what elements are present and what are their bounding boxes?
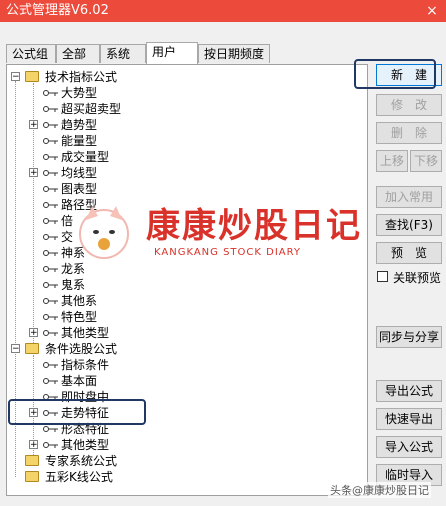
move-down-button[interactable]: 下移 (410, 150, 442, 172)
formula-key-icon (43, 90, 58, 96)
tree-leaf-label: 特色型 (61, 310, 98, 324)
folder-open-icon (25, 71, 39, 82)
quick-export-button[interactable]: 快速导出 (376, 408, 442, 430)
tree-leaf-label: 超买超卖型 (61, 102, 122, 116)
tree-leaf-label: 其他类型 (61, 326, 110, 340)
expand-icon[interactable]: + (29, 120, 38, 130)
folder-open-icon (25, 343, 39, 354)
window-title: 公式管理器V6.02 (6, 3, 109, 18)
tree-leaf-label: 倍 (61, 214, 74, 228)
formula-key-icon (43, 138, 58, 144)
watermark-cat-logo (79, 206, 129, 259)
formula-key-icon (43, 202, 58, 208)
formula-key-icon (43, 186, 58, 192)
delete-button[interactable]: 删 除 (376, 122, 442, 144)
sync-share-button[interactable]: 同步与分享 (376, 326, 442, 348)
folder-icon (25, 471, 39, 482)
watermark-brand: 康康炒股日记 (146, 206, 362, 246)
formula-key-icon (43, 266, 58, 272)
highlight-trend-feature (8, 399, 146, 425)
collapse-icon[interactable]: − (11, 72, 20, 82)
watermark-subtitle: KANGKANG STOCK DIARY (154, 247, 302, 258)
credit-watermark: 头条@康康炒股日记 (328, 482, 431, 498)
tab-user[interactable]: 用户 (146, 42, 198, 64)
title-bar: 公式管理器V6.02 × (0, 0, 446, 22)
tab-formula-group[interactable]: 公式组 (6, 44, 56, 63)
tree-node-label: 专家系统公式 (45, 454, 118, 468)
tree-node-label: 五彩K线公式 (45, 470, 113, 484)
export-formula-button[interactable]: 导出公式 (376, 380, 442, 402)
tree-leaf-label: 能量型 (61, 134, 98, 148)
tree-leaf-label: 大势型 (61, 86, 98, 100)
formula-key-icon (43, 154, 58, 160)
formula-key-icon (43, 314, 58, 320)
formula-key-icon (43, 122, 58, 128)
preview-button[interactable]: 预 览 (376, 242, 442, 264)
formula-key-icon (43, 170, 58, 176)
formula-key-icon (43, 362, 58, 368)
close-icon[interactable]: × (424, 0, 440, 22)
formula-key-icon (43, 282, 58, 288)
formula-key-icon (43, 378, 58, 384)
tab-by-date-frequency[interactable]: 按日期频度 (198, 44, 270, 63)
tree-leaf-label: 交 (61, 230, 74, 244)
expand-icon[interactable]: + (29, 440, 38, 450)
tree-leaf-label: 趋势型 (61, 118, 98, 132)
formula-key-icon (43, 106, 58, 112)
formula-key-icon (43, 298, 58, 304)
formula-key-icon (43, 426, 58, 432)
tree-leaf-label: 均线型 (61, 166, 98, 180)
import-formula-button[interactable]: 导入公式 (376, 436, 442, 458)
find-button[interactable]: 查找(F3) (376, 214, 442, 236)
tab-all[interactable]: 全部 (56, 44, 100, 63)
expand-icon[interactable]: + (29, 328, 38, 338)
tree-leaf-label: 成交量型 (61, 150, 110, 164)
collapse-icon[interactable]: − (11, 344, 20, 354)
folder-icon (25, 455, 39, 466)
formula-key-icon (43, 234, 58, 240)
formula-tree[interactable]: − 技术指标公式 大势型 超买超卖型 + 趋势型 能量型 成交量型 + 均线型 … (6, 64, 368, 496)
modify-button[interactable]: 修 改 (376, 94, 442, 116)
formula-key-icon (43, 250, 58, 256)
expand-icon[interactable]: + (29, 168, 38, 178)
tree-node-label: 条件选股公式 (45, 342, 118, 356)
tab-system[interactable]: 系统 (100, 44, 146, 63)
move-up-button[interactable]: 上移 (376, 150, 408, 172)
tree-leaf-label: 其他类型 (61, 438, 110, 452)
tree-leaf-label: 龙系 (61, 262, 86, 276)
tree-leaf-label: 鬼系 (61, 278, 86, 292)
tree-leaf-label: 图表型 (61, 182, 98, 196)
add-common-button[interactable]: 加入常用 (376, 186, 442, 208)
highlight-new-button (354, 59, 436, 89)
link-preview-label: 关联预览 (393, 271, 442, 285)
formula-key-icon (43, 330, 58, 336)
tree-node-label: 技术指标公式 (45, 70, 118, 84)
tree-leaf-label: 基本面 (61, 374, 98, 388)
tree-leaf-label: 其他系 (61, 294, 98, 308)
formula-key-icon (43, 442, 58, 448)
tree-leaf-label: 指标条件 (61, 358, 110, 372)
link-preview-checkbox[interactable] (377, 271, 388, 282)
formula-key-icon (43, 218, 58, 224)
